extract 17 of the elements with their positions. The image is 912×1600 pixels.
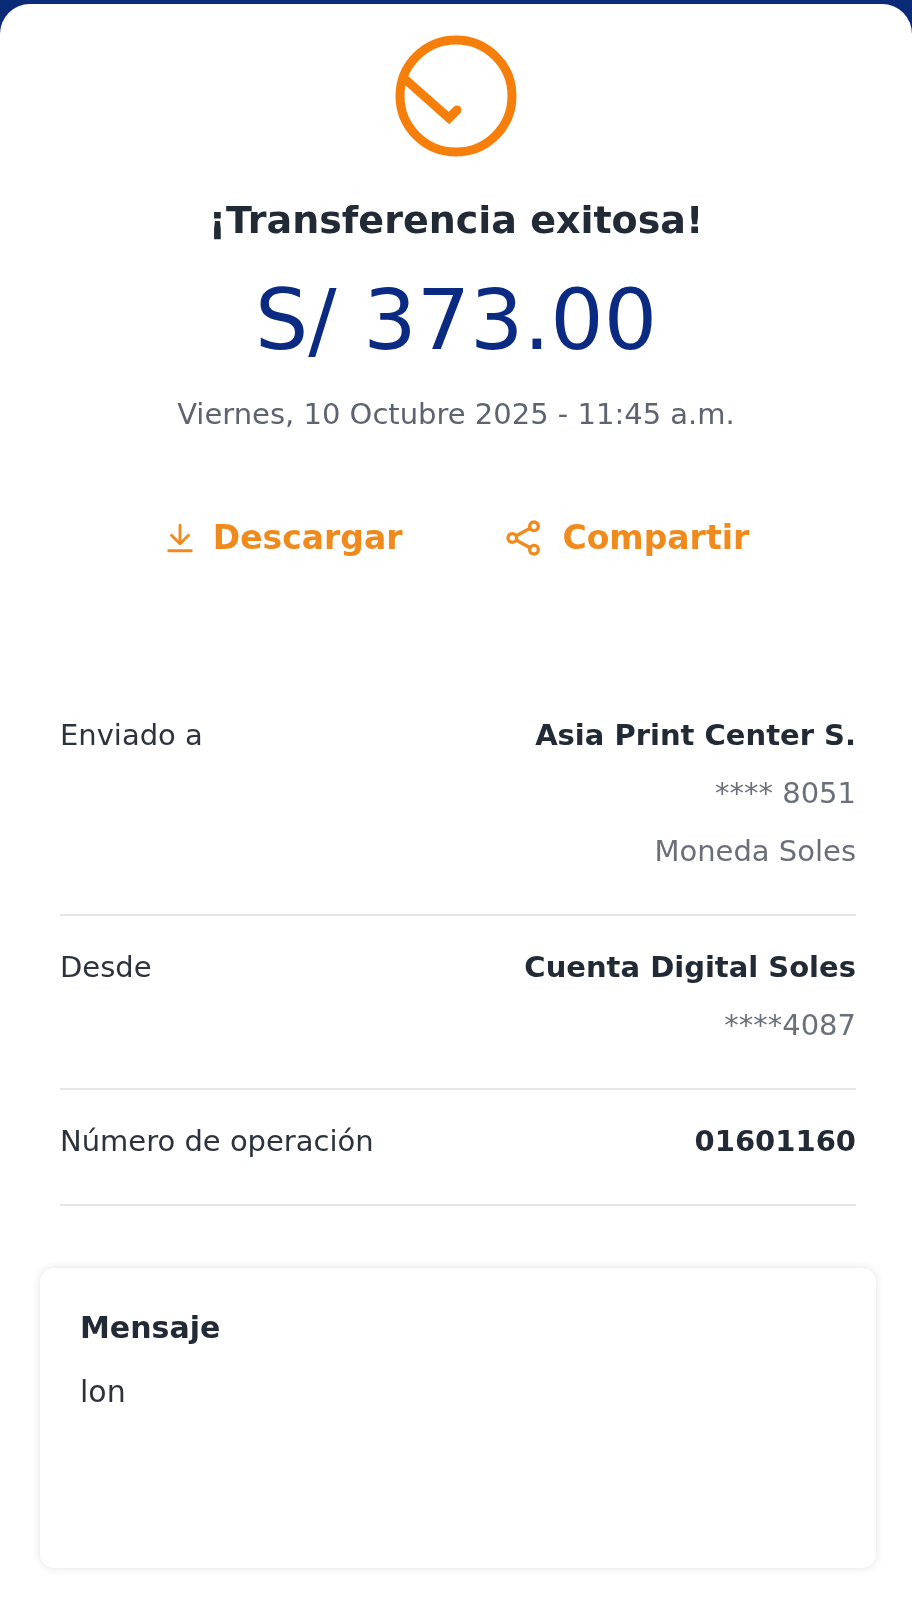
date-time: Viernes, 10 Octubre 2025 - 11:45 a.m.: [177, 396, 735, 433]
detail-label: Número de operación: [60, 1123, 374, 1160]
detail-label: Desde: [60, 949, 152, 986]
detail-value: 01601160: [694, 1123, 856, 1160]
share-button[interactable]: Compartir: [502, 516, 750, 560]
detail-value: Asia Print Center S.: [535, 717, 856, 754]
message-heading: Mensaje: [80, 1309, 221, 1347]
detail-subvalue: ****4087: [724, 1007, 856, 1044]
download-button[interactable]: Descargar: [162, 516, 403, 560]
detail-subvalue: Moneda Soles: [654, 833, 856, 870]
amount: S/ 373.00: [254, 270, 658, 370]
clock-check-icon: [394, 34, 518, 158]
message-text: lon: [80, 1373, 126, 1411]
detail-subvalue: **** 8051: [714, 775, 856, 812]
detail-value: Cuenta Digital Soles: [524, 949, 856, 986]
success-title: ¡Transferencia exitosa!: [208, 197, 704, 244]
detail-label: Enviado a: [60, 717, 203, 754]
